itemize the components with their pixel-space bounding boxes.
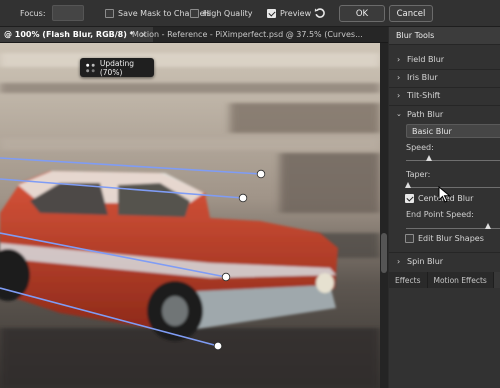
preview-label: Preview bbox=[280, 8, 312, 18]
spinner-icon bbox=[86, 63, 95, 72]
cancel-button[interactable]: Cancel bbox=[389, 5, 433, 22]
tab-effects[interactable]: Effects bbox=[389, 272, 428, 288]
updating-text: Updating (70%) bbox=[99, 58, 134, 77]
blur-type-value: Basic Blur bbox=[412, 126, 452, 136]
centered-blur-checkbox[interactable] bbox=[405, 194, 414, 203]
high-quality-option[interactable]: High Quality bbox=[190, 0, 253, 26]
panel-header: Blur Tools bbox=[389, 27, 500, 45]
preview-option[interactable]: Preview bbox=[267, 0, 311, 26]
image-canvas[interactable] bbox=[0, 43, 380, 388]
save-mask-checkbox[interactable] bbox=[105, 8, 114, 18]
speed-label: Speed: bbox=[406, 143, 434, 152]
updating-toast: Updating (70%) bbox=[80, 58, 154, 77]
section-path-blur[interactable]: ⌄ Path Blur bbox=[389, 107, 500, 121]
document-tab-bar: @ 100% (Flash Blur, RGB/8) * × Motion - … bbox=[0, 27, 388, 43]
edit-blur-shapes-option[interactable]: Edit Blur Shapes bbox=[405, 232, 500, 245]
path-end-handle[interactable] bbox=[256, 169, 266, 179]
section-tilt-shift[interactable]: › Tilt-Shift bbox=[389, 88, 500, 102]
speed-slider-thumb[interactable] bbox=[426, 155, 432, 161]
edit-blur-shapes-label: Edit Blur Shapes bbox=[418, 234, 484, 243]
tab-motion-effects[interactable]: Motion Effects bbox=[428, 272, 494, 288]
ok-button[interactable]: OK bbox=[339, 5, 385, 22]
taper-label: Taper: bbox=[406, 170, 431, 179]
tab-label: @ 100% (Flash Blur, RGB/8) * bbox=[4, 30, 134, 39]
preview-checkbox[interactable] bbox=[267, 8, 276, 18]
section-label: Iris Blur bbox=[407, 72, 438, 82]
taper-slider-thumb[interactable] bbox=[405, 182, 411, 188]
taper-slider[interactable] bbox=[406, 187, 500, 188]
chevron-right-icon: › bbox=[397, 72, 401, 82]
end-point-speed-slider-thumb[interactable] bbox=[485, 223, 491, 229]
centered-blur-option[interactable]: Centered Blur bbox=[405, 192, 500, 205]
edit-blur-shapes-checkbox[interactable] bbox=[405, 234, 414, 243]
section-label: Path Blur bbox=[407, 109, 444, 119]
chevron-right-icon: › bbox=[397, 54, 401, 64]
scrollbar-thumb[interactable] bbox=[381, 233, 387, 273]
tab-noise[interactable]: No bbox=[493, 272, 500, 288]
blur-type-dropdown[interactable]: Basic Blur bbox=[406, 124, 500, 138]
section-label: Tilt-Shift bbox=[407, 90, 441, 100]
speed-slider[interactable] bbox=[406, 160, 500, 161]
panel-title: Blur Tools bbox=[396, 31, 435, 40]
chevron-down-icon: ⌄ bbox=[396, 110, 402, 118]
options-bar: Focus: Save Mask to Channels High Qualit… bbox=[0, 0, 500, 27]
path-end-handle[interactable] bbox=[213, 341, 223, 351]
vertical-scrollbar[interactable] bbox=[380, 43, 388, 388]
high-quality-label: High Quality bbox=[203, 8, 253, 18]
tab-motion-reference[interactable]: Motion - Reference - PiXimperfect.psd @ … bbox=[128, 27, 367, 42]
blurred-car-photo bbox=[0, 43, 380, 388]
end-point-speed-label: End Point Speed: bbox=[406, 210, 474, 219]
focus-label: Focus: bbox=[20, 8, 46, 18]
reset-icon[interactable] bbox=[314, 0, 326, 26]
path-end-handle[interactable] bbox=[238, 193, 248, 203]
section-label: Field Blur bbox=[407, 54, 445, 64]
focus-field[interactable] bbox=[51, 5, 84, 21]
high-quality-checkbox[interactable] bbox=[190, 8, 199, 18]
section-field-blur[interactable]: › Field Blur bbox=[389, 52, 500, 66]
tab-label: Motion - Reference - PiXimperfect.psd @ … bbox=[132, 30, 363, 39]
section-label: Spin Blur bbox=[407, 256, 444, 266]
mouse-cursor-icon bbox=[438, 186, 451, 203]
chevron-right-icon: › bbox=[397, 256, 401, 266]
section-iris-blur[interactable]: › Iris Blur bbox=[389, 70, 500, 84]
blur-tools-panel: Blur Tools › Field Blur › Iris Blur › Ti… bbox=[389, 27, 500, 388]
section-spin-blur[interactable]: › Spin Blur bbox=[389, 254, 500, 268]
path-end-handle[interactable] bbox=[221, 272, 231, 282]
chevron-right-icon: › bbox=[397, 90, 401, 100]
effects-tab-bar: Effects Motion Effects No bbox=[389, 272, 500, 288]
focus-control: Focus: bbox=[20, 0, 84, 26]
